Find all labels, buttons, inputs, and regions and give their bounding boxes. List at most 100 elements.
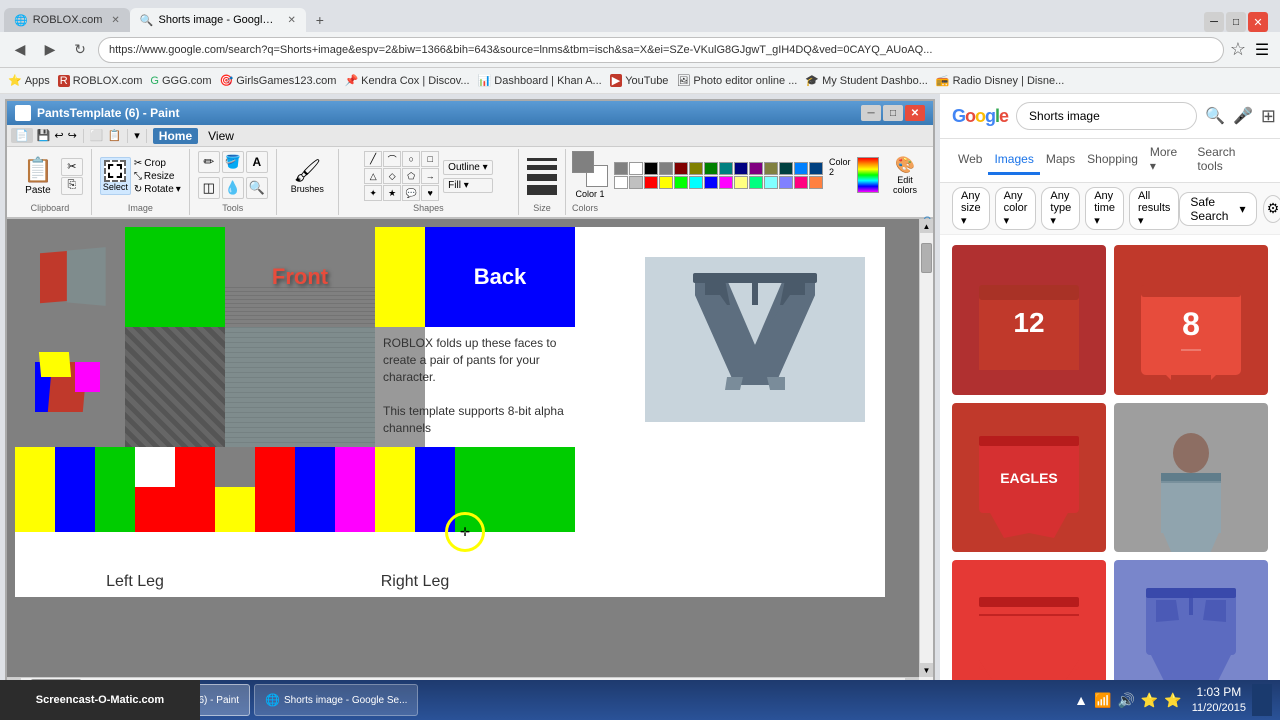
size-option-3[interactable]: [527, 174, 557, 181]
address-bar[interactable]: [98, 37, 1224, 63]
scroll-thumb[interactable]: [921, 243, 932, 273]
color-picker-tool[interactable]: 💧: [222, 177, 244, 199]
swatch-white[interactable]: [629, 162, 643, 175]
fill-tool[interactable]: 🪣: [222, 151, 244, 173]
new-tab-button[interactable]: +: [306, 8, 334, 32]
outline-btn[interactable]: Outline ▾: [443, 160, 492, 175]
size-option-4[interactable]: [527, 185, 557, 195]
browser-minimize[interactable]: ─: [1204, 12, 1224, 32]
paint-home-tab[interactable]: Home: [153, 128, 198, 144]
swatch-3[interactable]: [689, 162, 703, 175]
fill-btn[interactable]: Fill ▾: [443, 178, 492, 193]
filter-type[interactable]: Any type ▾: [1041, 187, 1080, 230]
swatch-8[interactable]: [764, 162, 778, 175]
swatch-s0[interactable]: [629, 176, 643, 189]
scroll-down-btn[interactable]: ▼: [920, 663, 933, 677]
swatch-s5[interactable]: [704, 176, 718, 189]
paint-view-tab[interactable]: View: [202, 128, 240, 144]
bookmark-youtube[interactable]: ▶ YouTube: [610, 74, 669, 87]
bookmark-ggg[interactable]: G GGG.com: [150, 75, 211, 87]
shape-star4[interactable]: ✦: [364, 185, 382, 201]
pencil-tool[interactable]: ✏: [198, 151, 220, 173]
tab-roblox[interactable]: 🌐 ROBLOX.com ✕: [4, 8, 130, 32]
paste-btn[interactable]: 📋 Paste: [17, 152, 59, 200]
edit-colors-btn[interactable]: 🎨 Edit colors: [885, 155, 925, 195]
shape-curve[interactable]: ⌒: [383, 151, 401, 167]
swatch-s7[interactable]: [734, 176, 748, 189]
swatch-s11[interactable]: [794, 176, 808, 189]
paint-maximize-btn[interactable]: □: [883, 105, 903, 121]
swatch-1[interactable]: [659, 162, 673, 175]
paint-close-btn[interactable]: ✕: [905, 105, 925, 121]
show-desktop-btn[interactable]: [1252, 684, 1272, 716]
bookmark-star[interactable]: ☆: [1230, 39, 1246, 60]
shape-callout[interactable]: 💬: [402, 185, 420, 201]
bookmark-khan[interactable]: 📊 Dashboard | Khan A...: [478, 74, 602, 87]
swatch-s3[interactable]: [674, 176, 688, 189]
color1-fg[interactable]: [572, 151, 594, 173]
shape-triangle[interactable]: △: [364, 168, 382, 184]
nav-shopping[interactable]: Shopping: [1081, 146, 1144, 175]
filter-color[interactable]: Any color ▾: [995, 187, 1037, 230]
shape-arrow[interactable]: →: [421, 168, 439, 184]
google-search-input[interactable]: [1016, 102, 1197, 130]
bookmark-photo-editor[interactable]: 🖼 Photo editor online ...: [676, 74, 797, 87]
resize-btn[interactable]: ⤡Resize: [134, 171, 181, 182]
bookmark-girlsgames[interactable]: 🎯 GirlsGames123.com: [220, 74, 337, 87]
swatch-w[interactable]: [614, 176, 628, 189]
nav-web[interactable]: Web: [952, 146, 988, 175]
tab-roblox-close[interactable]: ✕: [111, 15, 119, 26]
swatch-s1[interactable]: [644, 176, 658, 189]
paint-redo-icon[interactable]: ↪: [68, 129, 77, 142]
swatch-5[interactable]: [719, 162, 733, 175]
swatch-7[interactable]: [749, 162, 763, 175]
swatch-2[interactable]: [674, 162, 688, 175]
result-4[interactable]: [1114, 403, 1268, 553]
cut-btn[interactable]: ✂: [61, 158, 83, 176]
copy-btn[interactable]: ⎘: [61, 177, 83, 195]
result-1[interactable]: 12: [952, 245, 1106, 395]
browser-close[interactable]: ✕: [1248, 12, 1268, 32]
rotate-btn[interactable]: ↻Rotate▾: [134, 184, 181, 195]
paint-copy-quick[interactable]: 📋: [108, 129, 122, 142]
swatch-11[interactable]: [809, 162, 823, 175]
color-spectrum[interactable]: [857, 157, 879, 193]
browser-menu-icon[interactable]: ☰: [1252, 40, 1272, 60]
bookmark-student-dashboard[interactable]: 🎓 My Student Dashbo...: [805, 74, 927, 87]
bookmark-kendra[interactable]: 📌 Kendra Cox | Discov...: [344, 74, 469, 87]
shape-heart[interactable]: ♥: [421, 185, 439, 201]
forward-button[interactable]: ▶: [38, 38, 62, 62]
swatch-s2[interactable]: [659, 176, 673, 189]
bookmark-roblox[interactable]: R ROBLOX.com: [58, 75, 143, 87]
paint-scroll-area[interactable]: Front Back: [7, 219, 919, 677]
scroll-track[interactable]: [920, 233, 933, 663]
google-search-icon[interactable]: 🔍: [1205, 106, 1225, 126]
bookmark-radio-disney[interactable]: 📻 Radio Disney | Disne...: [936, 74, 1064, 87]
zoom-tool[interactable]: 🔍: [246, 177, 268, 199]
browser-maximize[interactable]: □: [1226, 12, 1246, 32]
taskbar-chrome-btn[interactable]: 🌐 Shorts image - Google Se...: [254, 684, 418, 716]
swatch-9[interactable]: [779, 162, 793, 175]
tab-google[interactable]: 🔍 Shorts image - Google Se... ✕: [130, 8, 306, 32]
refresh-button[interactable]: ↻: [68, 38, 92, 62]
shape-pentagon[interactable]: ⬠: [402, 168, 420, 184]
tray-star-icon[interactable]: ⭐: [1141, 692, 1158, 709]
tray-star2-icon[interactable]: ⭐: [1164, 692, 1181, 709]
paint-resize-quick[interactable]: ⬜: [90, 129, 104, 142]
filter-time[interactable]: Any time ▾: [1085, 187, 1124, 230]
swatch-0[interactable]: [644, 162, 658, 175]
swatch-s12[interactable]: [809, 176, 823, 189]
swatch-s10[interactable]: [779, 176, 793, 189]
shape-oval[interactable]: ○: [402, 151, 420, 167]
nav-search-tools[interactable]: Search tools: [1191, 139, 1268, 182]
back-button[interactable]: ◀: [8, 38, 32, 62]
shape-rect[interactable]: □: [421, 151, 439, 167]
shape-diamond[interactable]: ◇: [383, 168, 401, 184]
nav-images[interactable]: Images: [988, 146, 1039, 175]
settings-icon[interactable]: ⚙: [1263, 195, 1280, 223]
swatch-s9[interactable]: [764, 176, 778, 189]
tray-volume-icon[interactable]: 🔊: [1117, 692, 1134, 709]
google-mic-icon[interactable]: 🎤: [1233, 106, 1253, 126]
tray-up-icon[interactable]: ▲: [1074, 692, 1088, 708]
filter-size[interactable]: Any size ▾: [952, 187, 990, 230]
